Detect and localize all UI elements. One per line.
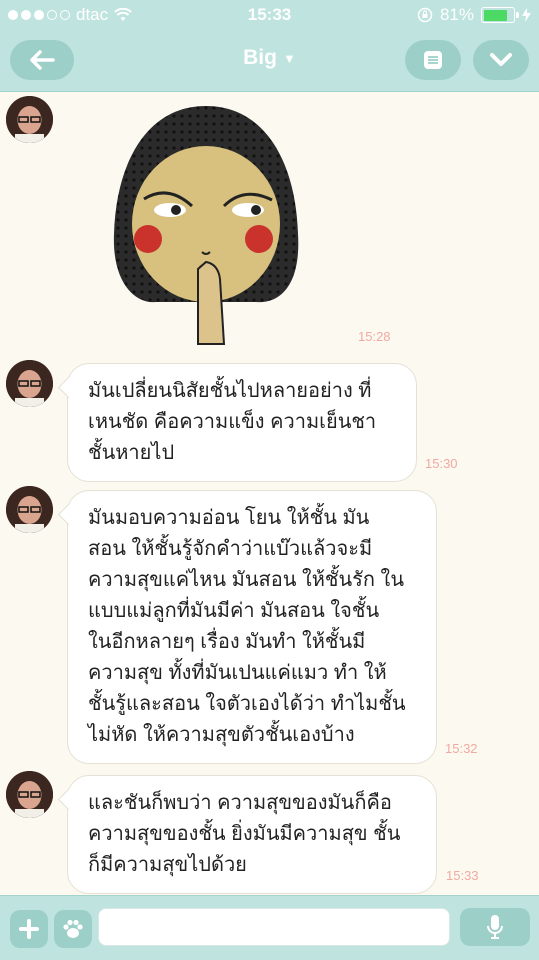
- sticker-button[interactable]: [54, 910, 92, 948]
- message-line: แบบแม่ลูกที่มันมีค่า มันสอน ใจชั้น: [88, 600, 380, 622]
- voice-button[interactable]: [460, 908, 530, 946]
- contact-avatar[interactable]: [6, 771, 53, 818]
- microphone-icon: [487, 915, 503, 939]
- message-time: 15:30: [425, 456, 458, 471]
- message-line: และชันก็พบว่า ความสุขของมันก็คือ: [88, 792, 392, 814]
- message-bubble[interactable]: มันเปลี่ยนนิสัยชั้นไปหลายอย่าง ที่ เหนชั…: [67, 363, 417, 482]
- message-line: เหนชัด คือความแข็ง ความเย็นชา: [88, 411, 377, 433]
- battery-icon: [481, 7, 519, 23]
- message-line: สอน ให้ชั้นรู้จักคำว่าแบ๊วแล้วจะมี: [88, 538, 373, 560]
- message-bubble[interactable]: และชันก็พบว่า ความสุขของมันก็คือ ความสุข…: [67, 775, 437, 894]
- message-bubble[interactable]: มันมอบความอ่อน โยน ให้ชั้น มัน สอน ให้ชั…: [67, 490, 437, 764]
- charging-icon: [522, 8, 531, 22]
- add-button[interactable]: [10, 910, 48, 948]
- sticker-image[interactable]: [106, 104, 306, 349]
- status-bar: dtac 15:33 81%: [0, 0, 539, 30]
- contact-avatar[interactable]: [6, 96, 53, 143]
- paw-icon: [63, 919, 83, 938]
- message-line: ไม่หัด ให้ความสุขตัวชั้นเองบ้าง: [88, 724, 355, 746]
- message-line: ความสุขของชั้น ยิ่งมันมีความสุข ชั้น: [88, 823, 401, 845]
- message-line: ในอีกหลายๆ เรื่อง มันทำ ให้ชั้นมี: [88, 631, 366, 653]
- list-icon: [424, 51, 442, 69]
- contact-avatar[interactable]: [6, 360, 53, 407]
- message-line: ชั้นรู้และสอน ใจตัวเองได้ว่า ทำไมชั้น: [88, 693, 406, 715]
- message-line: ความสุข ทั้งที่มันเปนแค่แมว ทำ ให้: [88, 662, 387, 684]
- message-line: มันเปลี่ยนนิสัยชั้นไปหลายอย่าง ที่: [88, 380, 372, 402]
- menu-button[interactable]: [405, 40, 461, 80]
- message-time: 15:32: [445, 741, 478, 756]
- input-bar: [0, 895, 539, 960]
- top-bar: dtac 15:33 81% Big ▼: [0, 0, 539, 92]
- expand-button[interactable]: [473, 40, 529, 80]
- contact-avatar[interactable]: [6, 486, 53, 533]
- plus-icon: [19, 919, 39, 939]
- message-line: ชั้นหายไป: [88, 442, 175, 464]
- caret-down-icon: ▼: [282, 50, 296, 66]
- message-line: มันมอบความอ่อน โยน ให้ชั้น มัน: [88, 507, 370, 529]
- rotation-lock-icon: [417, 7, 433, 23]
- chevron-down-icon: [490, 53, 512, 66]
- message-time: 15:33: [446, 868, 479, 883]
- message-time: 15:28: [358, 329, 391, 344]
- message-line: ก็มีความสุขไปด้วย: [88, 854, 247, 876]
- contact-name: Big: [243, 46, 277, 69]
- message-input[interactable]: [98, 908, 450, 946]
- battery-percent: 81%: [439, 5, 474, 24]
- message-line: ความสุขแค่ไหน มันสอน ให้ชั้นรัก ใน: [88, 569, 404, 591]
